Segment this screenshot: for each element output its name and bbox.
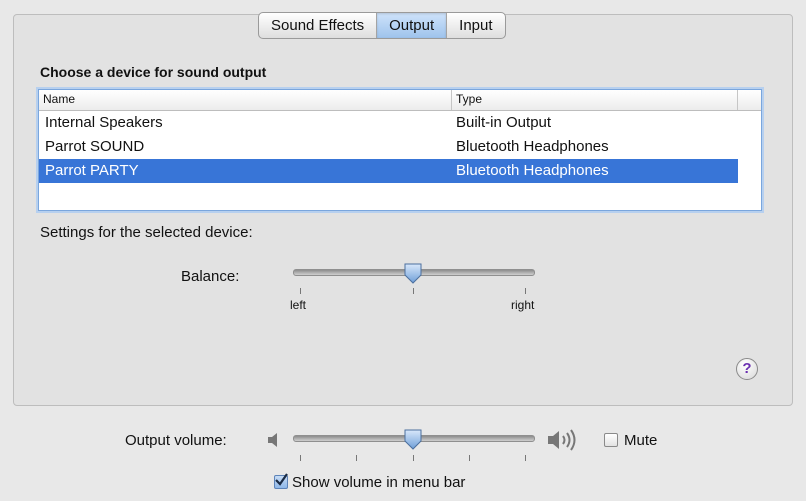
- tab-output[interactable]: Output: [377, 13, 448, 38]
- table-row[interactable]: Parrot SOUND Bluetooth Headphones: [39, 135, 761, 159]
- balance-right-label: right: [511, 298, 535, 312]
- device-name-cell: Parrot SOUND: [45, 138, 145, 155]
- balance-tick-left: [300, 288, 301, 294]
- volume-tick: [413, 455, 414, 461]
- output-device-table: Name Type Internal Speakers Built-in Out…: [38, 89, 762, 211]
- output-volume-label: Output volume:: [125, 432, 227, 449]
- volume-tick: [469, 455, 470, 461]
- help-button[interactable]: ?: [736, 358, 758, 380]
- table-row[interactable]: Internal Speakers Built-in Output: [39, 111, 761, 135]
- balance-left-label: left: [290, 298, 307, 312]
- volume-tick: [300, 455, 301, 461]
- balance-label: Balance:: [181, 268, 240, 285]
- device-type-cell: Bluetooth Headphones: [456, 138, 609, 155]
- balance-tick-right: [525, 288, 526, 294]
- volume-tick: [525, 455, 526, 461]
- selected-device-settings-label: Settings for the selected device:: [40, 224, 253, 241]
- device-name-cell: Parrot PARTY: [45, 162, 139, 179]
- checkmark-icon: [275, 473, 288, 486]
- mute-checkbox[interactable]: [604, 433, 618, 447]
- tab-input[interactable]: Input: [447, 13, 504, 38]
- preferences-tabs: Sound Effects Output Input: [258, 12, 506, 39]
- speaker-high-icon: [545, 427, 585, 458]
- column-header-name[interactable]: Name: [39, 90, 452, 110]
- column-header-type[interactable]: Type: [452, 90, 738, 110]
- device-type-cell: Bluetooth Headphones: [456, 162, 609, 179]
- column-header-spacer: [738, 90, 761, 110]
- device-list-heading: Choose a device for sound output: [40, 64, 267, 80]
- balance-tick-center: [413, 288, 414, 294]
- output-volume-slider-thumb[interactable]: [403, 429, 423, 451]
- device-type-cell: Built-in Output: [456, 114, 552, 131]
- speaker-low-icon: [265, 430, 285, 455]
- mute-label[interactable]: Mute: [624, 432, 657, 449]
- show-volume-label[interactable]: Show volume in menu bar: [292, 474, 465, 491]
- volume-tick: [356, 455, 357, 461]
- table-row-selected[interactable]: Parrot PARTY Bluetooth Headphones: [39, 159, 738, 183]
- tab-sound-effects[interactable]: Sound Effects: [259, 13, 378, 38]
- show-volume-checkbox[interactable]: [274, 473, 288, 489]
- device-name-cell: Internal Speakers: [45, 114, 163, 131]
- balance-slider-thumb[interactable]: [403, 263, 423, 285]
- table-header: Name Type: [39, 90, 761, 111]
